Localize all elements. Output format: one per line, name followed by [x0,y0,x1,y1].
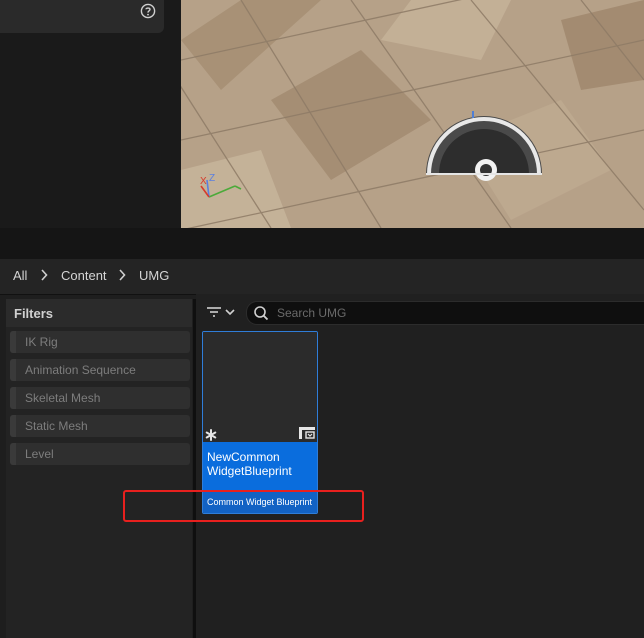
search-input[interactable] [275,304,639,322]
chevron-down-icon [225,309,235,316]
filters-panel: Filters IK Rig Animation Sequence Skelet… [6,299,192,638]
asset-name-area: NewCommon WidgetBlueprint [203,442,317,492]
panel-tab-strip [0,228,644,259]
filter-color-pip [10,387,16,409]
filter-level[interactable]: Level [10,443,190,465]
filters-header: Filters [6,299,192,327]
breadcrumb-content[interactable]: Content [61,268,107,283]
chevron-right-icon[interactable] [40,269,48,281]
search-icon [254,306,269,321]
breadcrumb-umg[interactable]: UMG [139,268,169,283]
filter-skeletal-mesh[interactable]: Skeletal Mesh [10,387,190,409]
filter-ik-rig[interactable]: IK Rig [10,331,190,353]
search-box[interactable] [246,301,644,325]
axis-label-x: X [200,176,207,187]
asset-name: NewCommon WidgetBlueprint [207,450,292,478]
filter-animation-sequence[interactable]: Animation Sequence [10,359,190,381]
widget-blueprint-icon [299,427,315,439]
asset-badge-icon [205,429,217,441]
details-bar [0,0,164,33]
filters-title: Filters [14,306,54,321]
filter-label: Static Mesh [25,419,88,433]
help-icon[interactable] [140,3,156,19]
filter-label: Skeletal Mesh [25,391,101,405]
filter-color-pip [10,415,16,437]
annotation-highlight-box [123,490,364,522]
filter-dropdown-button[interactable] [202,302,238,322]
asset-view: NewCommon WidgetBlueprint Common Widget … [196,294,644,638]
axis-label-z: Z [209,173,216,184]
filter-label: Animation Sequence [25,363,136,377]
details-panel [0,0,181,228]
filter-static-mesh[interactable]: Static Mesh [10,415,190,437]
filter-label: Level [25,447,54,461]
asset-thumbnail [203,332,317,442]
filter-color-pip [10,443,16,465]
breadcrumb: All Content UMG [0,259,644,295]
breadcrumb-all[interactable]: All [13,268,27,283]
asset-tile[interactable]: NewCommon WidgetBlueprint Common Widget … [202,331,318,514]
filter-color-pip [10,331,16,353]
filter-label: IK Rig [25,335,58,349]
chevron-right-icon[interactable] [118,269,126,281]
filter-color-pip [10,359,16,381]
filter-icon [207,307,221,317]
content-browser: All Content UMG Filters IK Rig Animation… [0,259,644,638]
level-viewport[interactable]: X Z [181,0,644,228]
